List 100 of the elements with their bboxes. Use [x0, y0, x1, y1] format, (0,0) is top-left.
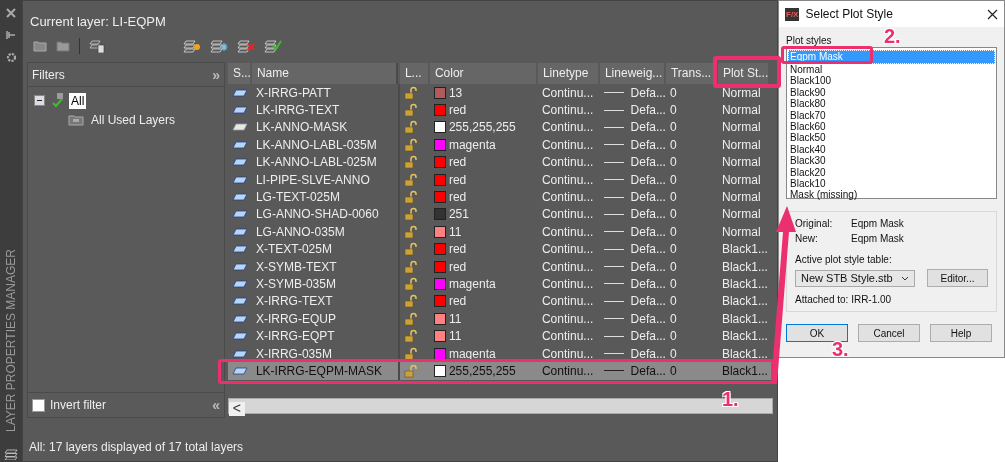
plot-style-value[interactable]: Normal	[717, 85, 770, 100]
plot-style-item[interactable]: Black10	[788, 177, 995, 190]
column-header[interactable]: Trans...	[665, 62, 716, 84]
layer-row[interactable]: X-IRRG-EQUP 11 Continu... Defa... 0 Black1...	[227, 310, 773, 328]
settings-icon[interactable]	[5, 52, 17, 63]
set-current-icon[interactable]	[264, 38, 282, 53]
plot-style-value[interactable]: Normal	[717, 207, 770, 222]
editor-button[interactable]: Editor...	[927, 269, 988, 287]
color-swatch[interactable]	[433, 225, 446, 238]
layer-row[interactable]: X-IRRG-EQPT 11 Continu... Defa... 0 Black1...	[227, 327, 773, 345]
close-icon[interactable]	[987, 8, 998, 20]
dialog-button[interactable]: OK	[786, 324, 848, 342]
plot-style-item[interactable]: Normal	[788, 64, 995, 76]
color-swatch[interactable]	[433, 191, 446, 204]
column-header[interactable]: Name	[251, 62, 398, 84]
dialog-button[interactable]: Cancel	[858, 324, 920, 342]
plot-style-item[interactable]: Black50	[788, 132, 995, 144]
plot-style-item[interactable]: Black40	[788, 143, 995, 156]
column-header[interactable]: L...	[399, 62, 428, 84]
linetype-value: Continu...	[540, 207, 595, 222]
layer-row[interactable]: X-IRRG-TEXT red Continu... Defa... 0 Black1...	[227, 292, 773, 311]
collapse-panel-icon[interactable]: «	[212, 397, 220, 413]
layer-row[interactable]: LK-ANNO-LABL-035M magenta Continu... Defa... 0 Normal	[227, 136, 773, 154]
plot-style-value[interactable]: Normal	[717, 172, 770, 187]
plot-style-item[interactable]: Black20	[788, 166, 995, 178]
color-swatch[interactable]	[433, 260, 446, 273]
layer-row[interactable]: LG-TEXT-025M red Continu... Defa... 0 Normal	[227, 188, 773, 206]
delete-layer-icon[interactable]	[237, 38, 255, 53]
column-header[interactable]: Color	[429, 62, 536, 84]
plot-style-value[interactable]: Normal	[717, 190, 770, 205]
plot-style-value[interactable]: Black1...	[717, 363, 770, 378]
color-swatch[interactable]	[433, 330, 446, 343]
plot-style-value[interactable]: Black1...	[717, 259, 770, 274]
color-swatch[interactable]	[433, 278, 446, 290]
plot-style-value[interactable]: Black1...	[717, 242, 770, 257]
folder-icon[interactable]	[56, 39, 70, 52]
color-swatch[interactable]	[433, 347, 446, 360]
plot-style-item[interactable]: Black100	[788, 75, 995, 87]
plot-style-value[interactable]: Normal	[717, 224, 770, 239]
plot-style-item[interactable]: Black60	[788, 120, 995, 133]
color-swatch[interactable]	[433, 295, 446, 308]
layer-row[interactable]: X-SYMB-035M magenta Continu... Defa... 0 Black1...	[227, 275, 773, 293]
column-header[interactable]: Plot St...	[717, 62, 768, 84]
column-header[interactable]: S...	[227, 62, 250, 84]
layer-row[interactable]: LI-PIPE-SLVE-ANNO red Continu... Defa... 0 Normal	[227, 170, 773, 189]
plot-style-value[interactable]: Normal	[717, 137, 770, 152]
color-swatch[interactable]	[433, 86, 446, 99]
layer-row[interactable]: LK-ANNO-LABL-025M red Continu... Defa... 0 Normal	[227, 153, 773, 171]
color-swatch[interactable]	[433, 138, 446, 151]
layer-row[interactable]: X-TEXT-025M red Continu... Defa... 0 Black1...	[227, 240, 773, 258]
invert-filter-checkbox[interactable]	[32, 398, 45, 412]
color-swatch[interactable]	[433, 173, 446, 186]
layer-name: X-SYMB-TEXT	[251, 257, 400, 276]
plot-style-table-dropdown[interactable]: New STB Style.stb	[795, 269, 915, 287]
new-layer-icon[interactable]	[183, 38, 201, 53]
plot-style-value[interactable]: Black1...	[717, 329, 770, 344]
layer-row[interactable]: LG-ANNO-035M 11 Continu... Defa... 0 Normal	[227, 223, 773, 241]
color-name: red	[448, 242, 467, 257]
plot-style-item[interactable]: Black90	[788, 86, 995, 99]
color-swatch[interactable]	[433, 312, 446, 325]
layer-row[interactable]: X-SYMB-TEXT red Continu... Defa... 0 Black1...	[227, 257, 773, 276]
layer-row[interactable]: LK-ANNO-MASK 255,255,255 Continu... Defa... 0 Normal	[227, 118, 773, 137]
layer-row[interactable]: LK-IRRG-TEXT red Continu... Defa... 0 Normal	[227, 101, 773, 119]
layer-row[interactable]: LK-IRRG-EQPM-MASK 255,255,255 Continu... Defa... 0 Black1...	[227, 362, 773, 380]
linetype-value: Continu...	[540, 294, 595, 309]
plot-style-item[interactable]: Mask (missing)	[788, 189, 995, 201]
color-swatch[interactable]	[433, 104, 446, 117]
color-name: 251	[448, 207, 469, 222]
color-swatch[interactable]	[433, 121, 446, 134]
plot-styles-list[interactable]: Eqpm Mask Normal Black100 Black90 Black80 Black70 Black60 Black50 Black40 Black30 Black20 Black10 Mask (missing)	[786, 47, 997, 199]
plot-style-value[interactable]: Normal	[717, 155, 770, 170]
transparency-value: 0	[668, 207, 678, 222]
plot-style-value[interactable]: Normal	[717, 120, 770, 135]
plot-style-value[interactable]: Black1...	[717, 311, 770, 326]
plot-style-value[interactable]: Black1...	[717, 294, 770, 309]
filter-item[interactable]: All	[69, 92, 87, 109]
plot-style-value[interactable]: Black1...	[717, 346, 770, 361]
pin-icon[interactable]	[6, 30, 16, 40]
dialog-button[interactable]: Help	[930, 324, 992, 342]
plot-style-item[interactable]: Black30	[788, 155, 995, 167]
freeze-layer-icon[interactable]	[210, 38, 228, 53]
layer-states-icon[interactable]	[89, 38, 105, 53]
scroll-left-button[interactable]: <	[228, 402, 245, 416]
plot-style-value[interactable]: Normal	[717, 103, 770, 118]
collapse-toggle[interactable]	[34, 95, 45, 106]
plot-style-item[interactable]: Black70	[788, 109, 995, 121]
folder-icon[interactable]	[33, 39, 47, 52]
lineweight-line-icon	[603, 126, 624, 128]
layer-row[interactable]: LG-ANNO-SHAD-0060 251 Continu... Defa... 0 Normal	[227, 205, 773, 224]
color-swatch[interactable]	[433, 156, 446, 169]
color-swatch[interactable]	[433, 364, 446, 377]
column-header[interactable]: Lineweig...	[599, 62, 664, 84]
plot-style-value[interactable]: Black1...	[717, 277, 770, 291]
column-header[interactable]: Linetype	[537, 62, 598, 84]
filter-item[interactable]: All Used Layers	[89, 111, 178, 128]
expand-panel-icon[interactable]: »	[212, 66, 220, 83]
plot-style-item[interactable]: Black80	[788, 98, 995, 110]
layer-row[interactable]: X-IRRG-PATT 13 Continu... Defa... 0 Normal	[227, 84, 773, 102]
color-swatch[interactable]	[433, 243, 446, 256]
color-swatch[interactable]	[433, 208, 446, 221]
